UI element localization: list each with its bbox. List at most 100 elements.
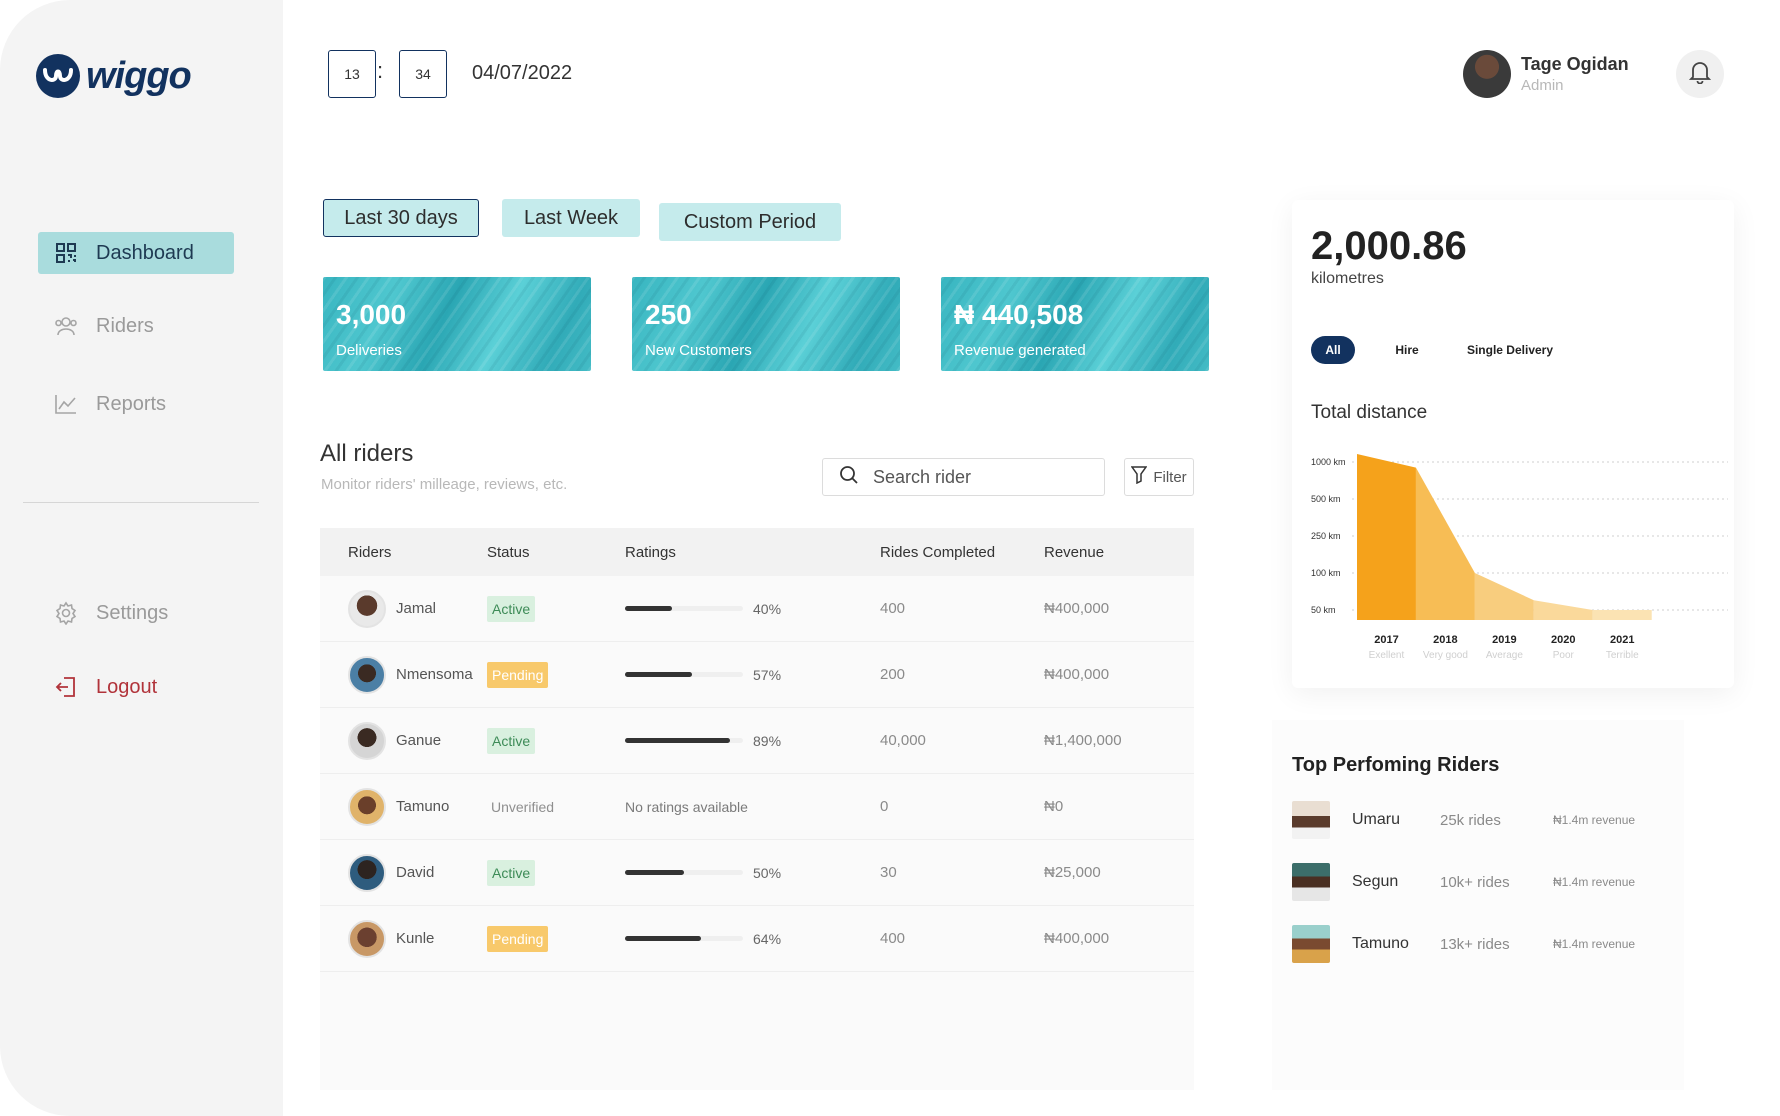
distance-card: 2,000.86 kilometres All Hire Single Deli…	[1292, 200, 1734, 688]
sidebar-item-logout[interactable]: Logout	[38, 666, 234, 708]
gear-icon	[54, 601, 78, 625]
avatar	[348, 589, 386, 628]
filter-button[interactable]: Filter	[1124, 458, 1194, 496]
top-riders-title: Top Perfoming Riders	[1292, 754, 1500, 776]
revenue: ₦0	[1044, 798, 1064, 815]
rating-percent: 57%	[753, 666, 782, 683]
bell-icon	[1688, 60, 1712, 89]
table-row[interactable]: Tamuno Unverified No ratings available 0…	[320, 774, 1194, 840]
table-row[interactable]: Nmensoma Pending 57% 200 ₦400,000	[320, 642, 1194, 708]
rider-name: David	[396, 864, 435, 881]
sidebar-item-dashboard[interactable]: Dashboard	[38, 232, 234, 274]
y-tick-label: 500 km	[1311, 494, 1341, 504]
tab-all[interactable]: All	[1311, 336, 1355, 364]
area-segment	[1357, 454, 1416, 620]
rating-bar-fill	[625, 870, 684, 875]
sidebar-item-riders[interactable]: Riders	[38, 305, 234, 347]
distance-unit: kilometres	[1311, 270, 1384, 287]
top-riders-panel: Top Perfoming Riders Umaru 25k rides ₦1.…	[1272, 720, 1684, 1090]
rating-bar	[625, 606, 743, 611]
top-rider-revenue: ₦1.4m revenue	[1553, 875, 1636, 889]
line-chart-icon	[54, 392, 78, 416]
period-custom[interactable]: Custom Period	[659, 203, 841, 241]
status-badge: Pending	[487, 925, 549, 952]
rating-empty-label: No ratings available	[625, 798, 748, 815]
table-row[interactable]: Kunle Pending 64% 400 ₦400,000	[320, 906, 1194, 972]
stat-value: ₦ 440,508	[954, 299, 1084, 330]
status-cell: Unverified	[487, 794, 625, 820]
notifications-button[interactable]	[1676, 50, 1724, 98]
sidebar-item-label: Dashboard	[96, 241, 194, 264]
stat-card-revenue: ₦ 440,508 Revenue generated	[941, 277, 1209, 371]
rating-cell: 89%	[625, 733, 880, 749]
rides-completed: 0	[880, 798, 889, 815]
top-rider-row[interactable]: Segun 10k+ rides ₦1.4m revenue	[1292, 862, 1672, 902]
user-name: Tage Ogidan	[1521, 54, 1629, 74]
avatar	[1292, 801, 1330, 839]
top-rider-row[interactable]: Tamuno 13k+ rides ₦1.4m revenue	[1292, 924, 1672, 964]
stat-label: Revenue generated	[954, 342, 1086, 359]
rider-cell: Ganue	[320, 721, 487, 760]
avatar	[1292, 863, 1330, 901]
rider-cell: Jamal	[320, 589, 487, 628]
rating-percent: 64%	[753, 930, 782, 947]
y-tick-label: 1000 km	[1311, 457, 1346, 467]
filter-icon	[1130, 466, 1148, 488]
rating-cell: 50%	[625, 865, 880, 881]
rider-name: Nmensoma	[396, 666, 473, 683]
top-rider-name: Umaru	[1352, 811, 1401, 828]
rating-bar	[625, 936, 743, 941]
rating-percent: 89%	[753, 732, 782, 749]
status-badge: Active	[487, 859, 536, 886]
sidebar-divider	[23, 502, 259, 503]
table-row[interactable]: Ganue Active 89% 40,000 ₦1,400,000	[320, 708, 1194, 774]
sidebar-item-reports[interactable]: Reports	[38, 383, 234, 425]
avatar	[348, 655, 386, 694]
area-segment	[1592, 610, 1652, 620]
rating-percent: 50%	[753, 864, 782, 881]
logout-icon	[54, 675, 78, 699]
table-row[interactable]: David Active 50% 30 ₦25,000	[320, 840, 1194, 906]
column-header-ratings[interactable]: Ratings	[625, 544, 880, 561]
avatar	[1463, 50, 1511, 98]
riders-section-title: All riders	[320, 440, 414, 467]
period-last-week[interactable]: Last Week	[502, 199, 640, 237]
column-header-status[interactable]: Status	[487, 544, 625, 561]
y-tick-label: 250 km	[1311, 531, 1341, 541]
sidebar-item-settings[interactable]: Settings	[38, 592, 234, 634]
top-rider-row[interactable]: Umaru 25k rides ₦1.4m revenue	[1292, 800, 1672, 840]
stat-card-deliveries: 3,000 Deliveries	[323, 277, 591, 371]
avatar	[348, 919, 386, 958]
users-icon	[54, 314, 78, 338]
y-tick-label: 100 km	[1311, 568, 1341, 578]
revenue: ₦400,000	[1044, 930, 1110, 947]
search-input[interactable]: Search rider	[822, 458, 1105, 496]
time-separator: :	[377, 58, 384, 83]
riders-section-subtitle: Monitor riders' milleage, reviews, etc.	[321, 476, 568, 493]
table-body: Jamal Active 40% 400 ₦400,000 Nmensoma P…	[320, 576, 1194, 972]
table-row[interactable]: Jamal Active 40% 400 ₦400,000	[320, 576, 1194, 642]
rides-completed: 400	[880, 600, 906, 617]
tab-hire[interactable]: Hire	[1382, 336, 1432, 364]
rider-name: Ganue	[396, 732, 442, 749]
avatar	[348, 787, 386, 826]
x-tick-label: 2017	[1374, 634, 1398, 646]
column-header-riders[interactable]: Riders	[320, 544, 487, 561]
column-header-rides-completed[interactable]: Rides Completed	[880, 544, 1044, 561]
revenue: ₦25,000	[1044, 864, 1101, 881]
status-badge: Pending	[487, 661, 549, 688]
column-header-revenue[interactable]: Revenue	[1044, 544, 1194, 561]
top-rider-rides: 13k+ rides	[1440, 935, 1510, 953]
period-last-30-days[interactable]: Last 30 days	[323, 199, 479, 237]
tab-single-delivery[interactable]: Single Delivery	[1450, 336, 1570, 364]
logo[interactable]: wiggo	[36, 54, 192, 98]
status-badge: Active	[487, 727, 536, 754]
x-tick-label: 2019	[1492, 634, 1516, 646]
avatar	[348, 853, 386, 892]
rating-bar-fill	[625, 936, 701, 941]
user-profile[interactable]: Tage Ogidan Admin	[1463, 50, 1629, 98]
rating-bar-fill	[625, 672, 693, 677]
rider-cell: David	[320, 853, 487, 892]
stat-label: New Customers	[645, 342, 752, 359]
rider-name: Kunle	[396, 930, 435, 947]
